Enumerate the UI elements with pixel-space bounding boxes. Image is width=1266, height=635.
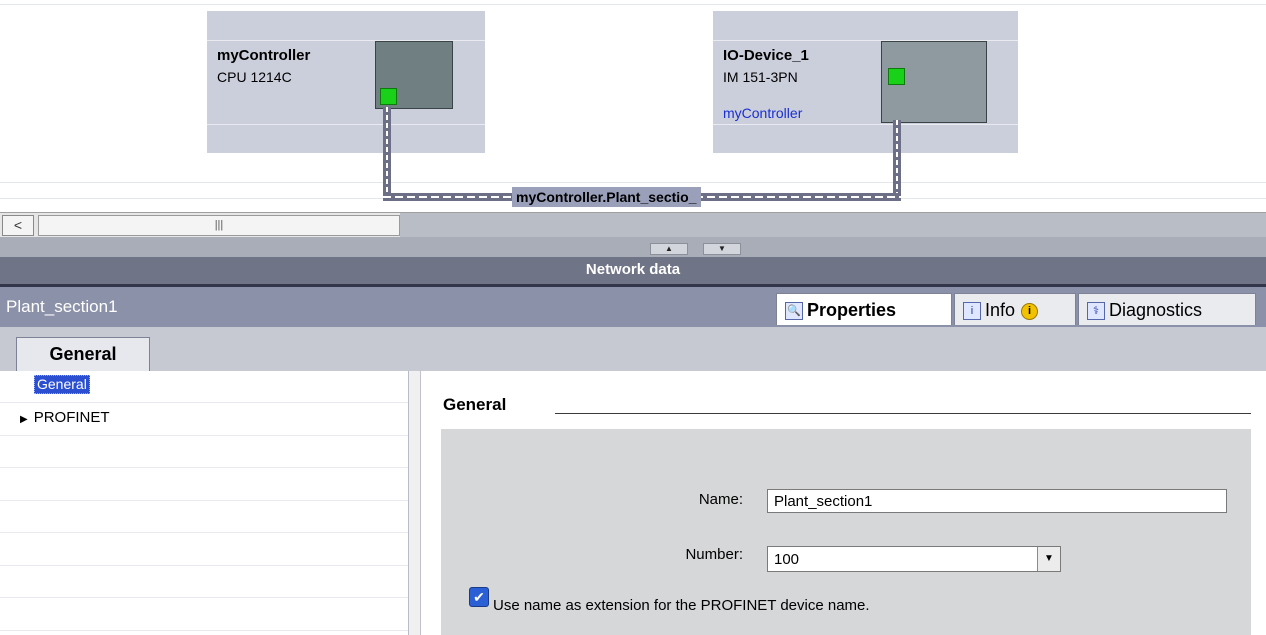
tree-row-line bbox=[0, 597, 408, 598]
checkbox-label: Use name as extension for the PROFINET d… bbox=[493, 597, 870, 614]
tree-item-general[interactable]: General bbox=[34, 375, 90, 394]
collapse-up-icon[interactable]: ▲ bbox=[650, 243, 688, 255]
selected-object-title: Plant_section1 bbox=[6, 297, 118, 316]
tab-properties[interactable]: 🔍 Properties bbox=[776, 293, 952, 325]
properties-icon: 🔍 bbox=[785, 302, 803, 321]
number-dropdown[interactable]: 100 ▼ bbox=[767, 546, 1061, 572]
info-badge-icon: i bbox=[1021, 302, 1039, 320]
device-band bbox=[713, 124, 1018, 125]
tree-row-line bbox=[0, 467, 408, 468]
assigned-controller-link[interactable]: myController bbox=[723, 105, 802, 121]
tab-info[interactable]: i Info i bbox=[954, 293, 1076, 325]
tab-label: Diagnostics bbox=[1109, 300, 1203, 320]
subtab-strip: General bbox=[0, 327, 1266, 371]
tree-row-line bbox=[0, 565, 408, 566]
name-label: Name: bbox=[698, 491, 743, 508]
horizontal-scrollbar[interactable]: < ||| bbox=[0, 212, 400, 238]
tree-row-line bbox=[0, 435, 408, 436]
number-label: Number: bbox=[685, 546, 743, 563]
grid-line bbox=[0, 4, 1266, 5]
tree-item-label: PROFINET bbox=[33, 409, 110, 426]
panel-splitter[interactable]: ▲ ▼ bbox=[0, 237, 1266, 259]
port-indicator-icon bbox=[380, 88, 397, 105]
port-indicator-icon bbox=[888, 68, 905, 85]
use-name-extension-checkbox[interactable]: ✔ bbox=[469, 587, 489, 607]
io-module-rack-icon bbox=[881, 41, 987, 123]
properties-panel: General Name: Plant_section1 Number: 100… bbox=[420, 371, 1266, 635]
subnet-label[interactable]: myController.Plant_sectio_ bbox=[512, 187, 701, 207]
tree-row-line bbox=[0, 630, 408, 631]
tree-item-profinet[interactable]: ▶ PROFINET bbox=[20, 409, 110, 426]
scroll-thumb[interactable]: ||| bbox=[38, 215, 400, 236]
tab-diagnostics[interactable]: ⚕ Diagnostics bbox=[1078, 293, 1256, 325]
device-type: IM 151-3PN bbox=[723, 69, 798, 85]
info-icon: i bbox=[963, 302, 981, 321]
ethernet-wire bbox=[383, 107, 391, 201]
tree-row-line bbox=[0, 402, 408, 403]
tree-row-line bbox=[0, 532, 408, 533]
device-mycontroller[interactable]: myController CPU 1214C bbox=[207, 11, 485, 153]
network-data-bar[interactable]: Network data bbox=[0, 257, 1266, 287]
subtab-general[interactable]: General bbox=[16, 337, 150, 371]
network-canvas[interactable]: myController CPU 1214C IO-Device_1 IM 15… bbox=[0, 0, 1266, 212]
grid-line bbox=[0, 182, 1266, 183]
general-settings-box: Name: Plant_section1 Number: 100 ▼ ✔ Use… bbox=[441, 429, 1251, 635]
tab-label: Info bbox=[985, 300, 1016, 320]
property-tree: General ▶ PROFINET bbox=[0, 371, 408, 635]
ethernet-wire bbox=[893, 120, 901, 201]
dropdown-arrow-icon[interactable]: ▼ bbox=[1037, 547, 1060, 571]
device-io-device-1[interactable]: IO-Device_1 IM 151-3PN myController bbox=[713, 11, 1018, 153]
inspector-header: Plant_section1 🔍 Properties i Info i ⚕ Diagn… bbox=[0, 287, 1266, 327]
name-field[interactable]: Plant_section1 bbox=[767, 489, 1227, 513]
collapse-down-icon[interactable]: ▼ bbox=[703, 243, 741, 255]
number-value: 100 bbox=[774, 551, 800, 568]
tree-row-line bbox=[0, 500, 408, 501]
cpu-module-icon bbox=[375, 41, 453, 109]
device-name: myController bbox=[217, 47, 311, 64]
section-divider bbox=[555, 413, 1251, 414]
device-band bbox=[207, 124, 485, 125]
tab-label: Properties bbox=[807, 300, 897, 320]
scrollbar-track bbox=[400, 212, 1266, 237]
diagnostics-icon: ⚕ bbox=[1087, 302, 1105, 321]
section-heading: General bbox=[443, 395, 507, 414]
device-type: CPU 1214C bbox=[217, 69, 292, 85]
expand-arrow-icon[interactable]: ▶ bbox=[20, 414, 28, 425]
device-name: IO-Device_1 bbox=[723, 47, 809, 64]
scroll-left-button[interactable]: < bbox=[2, 215, 34, 236]
